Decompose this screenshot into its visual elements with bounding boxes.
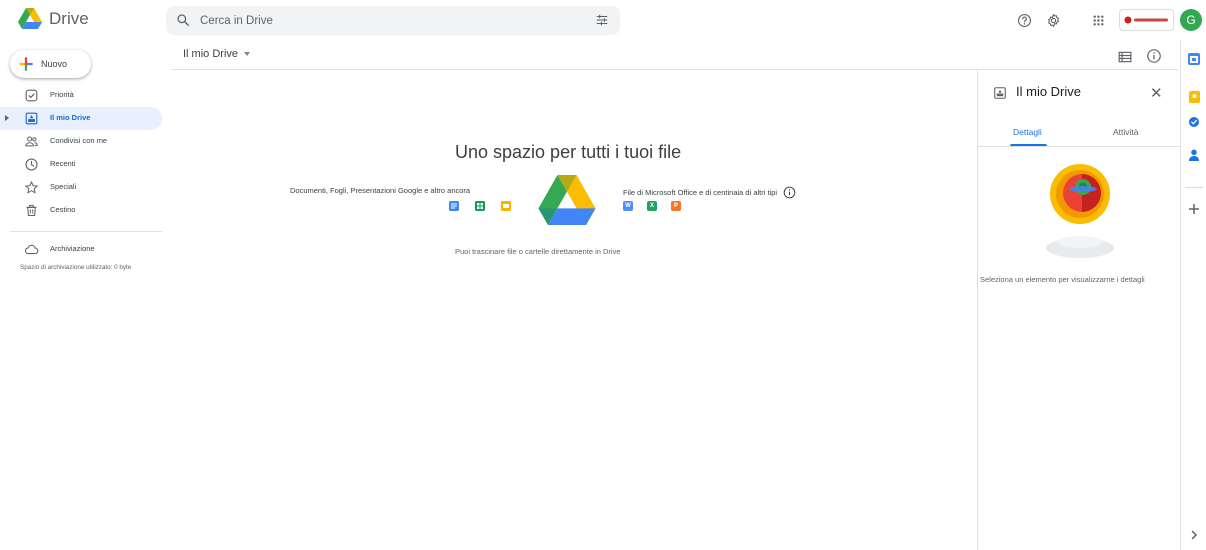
drag-drop-hint: Puoi trascinare file o cartelle direttam… xyxy=(455,247,621,256)
help-icon[interactable] xyxy=(1016,12,1032,28)
avatar[interactable]: G xyxy=(1180,9,1202,31)
details-panel: Il mio Drive ✕ Dettagli Attività Selezio… xyxy=(977,70,1181,550)
recent-clock-icon xyxy=(25,158,38,171)
sidebar-item-label: Cestino xyxy=(50,205,76,214)
details-empty-hint: Seleziona un elemento per visualizzarne … xyxy=(980,275,1145,284)
sidebar-item-priority[interactable]: Priorità xyxy=(0,84,162,107)
word-icon: W xyxy=(623,201,633,211)
sidebar-nav: Priorità Il mio Drive Condivisi con me R… xyxy=(0,84,162,222)
sidebar-item-storage[interactable]: Archiviazione xyxy=(0,238,162,261)
trash-icon xyxy=(26,204,37,217)
chevron-down-icon xyxy=(244,52,251,56)
calendar-icon[interactable] xyxy=(1187,52,1201,66)
priority-icon xyxy=(25,89,38,102)
storage-used-text: Spazio di archiviazione utilizzato: 0 by… xyxy=(20,264,132,271)
sidebar-item-label: Priorità xyxy=(50,90,74,99)
office-files-caption-row: File di Microsoft Office e di centinaia … xyxy=(623,186,796,199)
add-plus-icon[interactable] xyxy=(1187,202,1201,216)
my-drive-icon xyxy=(25,112,38,125)
search-input[interactable] xyxy=(200,12,560,29)
info-icon[interactable] xyxy=(783,186,796,199)
star-icon xyxy=(25,181,38,194)
keep-icon[interactable] xyxy=(1187,90,1201,104)
google-files-caption: Documenti, Fogli, Presentazioni Google e… xyxy=(290,186,471,195)
breadcrumb[interactable]: Il mio Drive xyxy=(183,48,251,60)
sidebar-item-trash[interactable]: Cestino xyxy=(0,199,162,222)
expand-caret-icon[interactable] xyxy=(5,115,9,121)
google-slides-icon xyxy=(501,201,511,211)
sidebar-item-label: Il mio Drive xyxy=(50,113,91,122)
sidebar-divider xyxy=(10,231,162,232)
sidebar-item-shared[interactable]: Condivisi con me xyxy=(0,130,162,153)
details-title: Il mio Drive xyxy=(1016,84,1082,99)
google-apps-row xyxy=(449,201,511,211)
app-name: Drive xyxy=(49,8,89,28)
tabs-divider xyxy=(978,146,1181,147)
tab-details[interactable]: Dettagli xyxy=(1013,127,1042,137)
search-icon[interactable] xyxy=(176,13,190,27)
contacts-icon[interactable] xyxy=(1187,148,1201,162)
powerpoint-icon: P xyxy=(671,201,681,211)
organization-logo[interactable] xyxy=(1119,9,1174,31)
chevron-right-icon[interactable] xyxy=(1187,528,1201,542)
storage-row[interactable]: Archiviazione xyxy=(0,238,162,261)
close-icon[interactable]: ✕ xyxy=(1150,84,1163,102)
empty-state-title: Uno spazio per tutti i tuoi file xyxy=(455,142,682,162)
drive-logo[interactable]: Drive xyxy=(18,8,89,29)
sidebar-item-label: Condivisi con me xyxy=(50,136,108,145)
list-view-icon[interactable] xyxy=(1118,51,1132,63)
tasks-icon[interactable] xyxy=(1187,115,1201,129)
office-apps-row: W X P xyxy=(623,201,681,211)
rail-divider xyxy=(1185,187,1203,188)
organization-logo-icon xyxy=(1124,16,1168,24)
empty-details-illustration xyxy=(1046,164,1114,258)
google-sheets-icon xyxy=(475,201,485,211)
office-files-caption: File di Microsoft Office e di centinaia … xyxy=(623,188,778,197)
drive-logo-large-icon xyxy=(538,175,596,225)
settings-icon[interactable] xyxy=(1045,12,1061,28)
tab-activity[interactable]: Attività xyxy=(1113,127,1139,137)
sidebar-item-label: Recenti xyxy=(50,159,76,168)
sidebar-item-label: Speciali xyxy=(50,182,77,191)
cloud-icon xyxy=(24,244,39,255)
top-bar: Drive Cerca in Drive G xyxy=(0,0,1206,40)
search-options-icon[interactable] xyxy=(595,13,609,27)
my-drive-icon xyxy=(994,87,1006,99)
info-icon[interactable] xyxy=(1146,48,1162,64)
shared-icon xyxy=(25,136,38,147)
sidebar-item-my-drive[interactable]: Il mio Drive xyxy=(0,107,162,130)
new-button-label: Nuovo xyxy=(41,59,68,69)
sidebar-item-recent[interactable]: Recenti xyxy=(0,153,162,176)
side-apps-rail xyxy=(1180,40,1206,550)
breadcrumb-label: Il mio Drive xyxy=(183,48,239,60)
google-docs-icon xyxy=(449,201,459,211)
sidebar-item-starred[interactable]: Speciali xyxy=(0,176,162,199)
storage-label: Archiviazione xyxy=(50,244,95,253)
plus-icon xyxy=(19,57,33,71)
drive-logo-icon xyxy=(18,8,42,29)
search-bar[interactable] xyxy=(166,6,620,35)
apps-grid-icon[interactable] xyxy=(1090,12,1106,28)
excel-icon: X xyxy=(647,201,657,211)
new-button[interactable]: Nuovo xyxy=(10,50,91,78)
